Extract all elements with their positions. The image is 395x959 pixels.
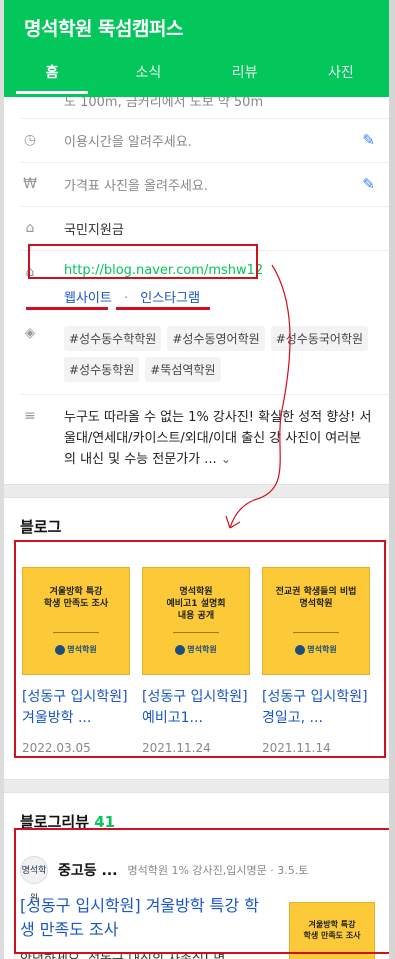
price-prompt[interactable]: 가격표 사진을 올려주세요.	[64, 179, 208, 194]
tag-item[interactable]: #뚝섬역학원	[145, 357, 221, 382]
annotation-arrow-stroke	[229, 264, 291, 529]
document-icon: ≡	[24, 408, 36, 424]
payment-text: 국민지원금	[64, 223, 124, 238]
keywords-row: ◈ #성수동수학학원 #성수동영어학원 #성수동국어학원 #성수동학원 #뚝섬역…	[20, 312, 389, 395]
annotation-arrow	[225, 264, 291, 529]
clock-icon: ◷	[23, 132, 37, 148]
tag-item[interactable]: #성수동수학학원	[64, 326, 162, 351]
instagram-link[interactable]: 인스타그램	[140, 291, 200, 306]
link-separator: ·	[123, 291, 129, 306]
homepage-sublinks: 웹사이트 · 인스타그램	[64, 287, 373, 306]
hours-prompt[interactable]: 이용시간을 알려주세요.	[64, 135, 192, 150]
section-divider	[4, 779, 389, 793]
hours-row[interactable]: ◷ 이용시간을 알려주세요. ✎	[20, 119, 389, 163]
tab-home[interactable]: 홈	[4, 56, 100, 97]
description-text: 누구도 따라올 수 없는 1% 강사진! 확실한 성적 향상! 서울대/연세대/…	[64, 410, 372, 467]
description-row[interactable]: ≡ 누구도 따라올 수 없는 1% 강사진! 확실한 성적 향상! 서울대/연세…	[20, 395, 389, 484]
annotation-box	[14, 828, 389, 954]
tag-icon: ◈	[24, 325, 36, 341]
store-icon: ⌂	[25, 220, 35, 236]
tab-photos[interactable]: 사진	[293, 56, 389, 97]
directions-text: 도 100m, 금커리에서 도보 약 50m	[64, 95, 264, 110]
annotation-arrowhead	[225, 515, 241, 529]
tag-list: #성수동수학학원 #성수동영어학원 #성수동국어학원 #성수동학원 #뚝섬역학원	[64, 326, 373, 382]
pencil-icon[interactable]: ✎	[362, 175, 375, 193]
annotation-underline	[26, 307, 108, 310]
page-title: 명석학원 뚝섬캠퍼스	[24, 18, 183, 40]
tab-bar: 홈 소식 리뷰 사진	[4, 56, 389, 97]
won-icon: ₩	[23, 176, 37, 192]
pencil-icon[interactable]: ✎	[362, 131, 375, 149]
annotation-underline	[116, 307, 210, 310]
place-page: 명석학원 뚝섬캠퍼스 홈 소식 리뷰 사진 도 100m, 금커리에서 도보 약…	[0, 0, 395, 959]
app-header: 명석학원 뚝섬캠퍼스 홈 소식 리뷰 사진	[4, 0, 389, 97]
price-row[interactable]: ₩ 가격표 사진을 올려주세요. ✎	[20, 163, 389, 207]
annotation-box	[14, 540, 386, 758]
tag-item[interactable]: #성수동학원	[64, 357, 140, 382]
website-link[interactable]: 웹사이트	[64, 291, 112, 306]
tab-news[interactable]: 소식	[100, 56, 196, 97]
section-divider	[4, 484, 389, 498]
tab-reviews[interactable]: 리뷰	[197, 56, 293, 97]
